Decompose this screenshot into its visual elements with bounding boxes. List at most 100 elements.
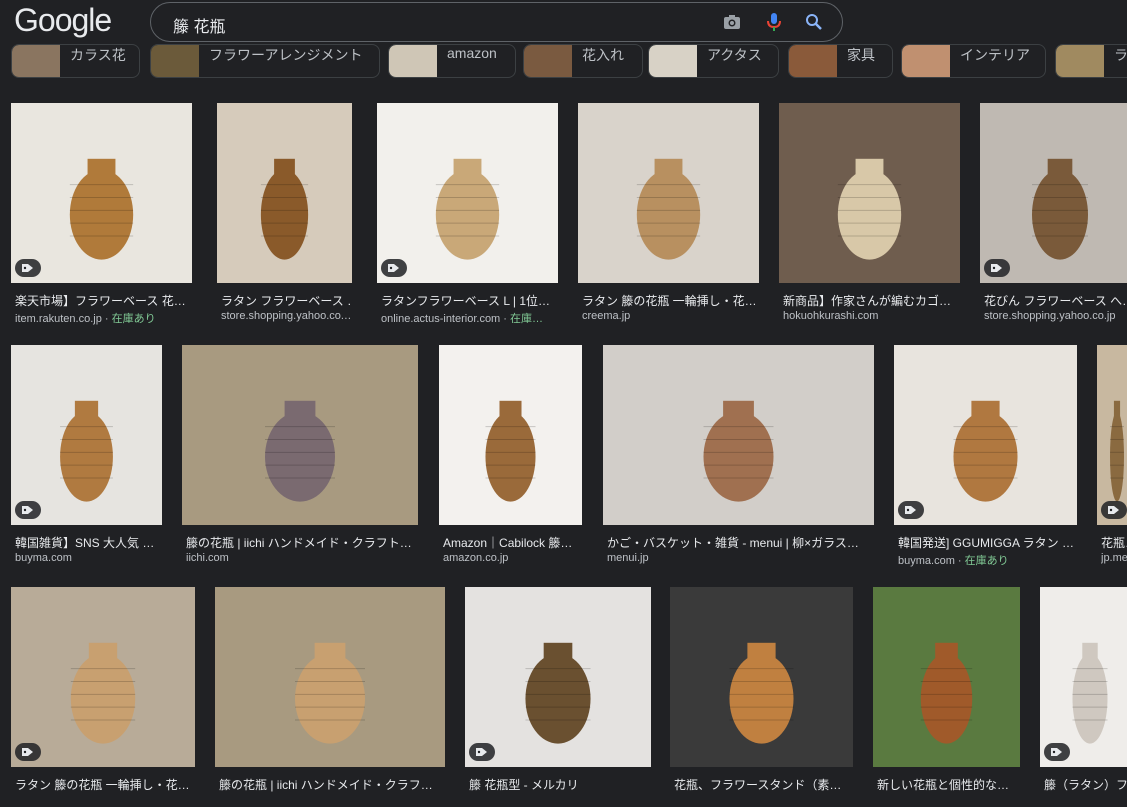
chip-4[interactable]: アクタス xyxy=(648,44,779,78)
result-title[interactable]: 新しい花瓶と個性的な… xyxy=(877,776,1020,793)
result-title[interactable]: Amazon｜Cabilock 籐… xyxy=(443,534,582,551)
chip-thumbnail xyxy=(151,45,199,77)
result-title[interactable]: 韓国雑貨】SNS 大人気 … xyxy=(15,534,162,551)
image-result[interactable]: Amazon｜Cabilock 籐… amazon.co.jp xyxy=(439,345,582,565)
result-title[interactable]: 花瓶、フラワースタンド（素… xyxy=(674,776,853,793)
chip-6[interactable]: インテリア xyxy=(901,44,1046,78)
in-stock-label: 在庫あり xyxy=(964,555,1009,567)
result-thumbnail[interactable] xyxy=(11,587,195,767)
result-thumbnail[interactable] xyxy=(1040,587,1127,767)
result-thumbnail[interactable] xyxy=(670,587,853,767)
result-thumbnail[interactable] xyxy=(1097,345,1127,525)
in-stock-label: 在庫… xyxy=(510,313,544,325)
image-result[interactable]: 籐 花瓶型 - メルカリ xyxy=(465,587,651,807)
result-title[interactable]: 韓国発送] GGUMIGGA ラタン … xyxy=(898,534,1077,551)
result-title[interactable]: 楽天市場】フラワーベース 花… xyxy=(15,292,192,309)
result-title[interactable]: かご・バスケット・雑貨 - menui | 柳×ガラス… xyxy=(607,534,874,551)
result-thumbnail[interactable] xyxy=(11,345,162,525)
image-result[interactable]: 韓国発送] GGUMIGGA ラタン … buyma.com · 在庫あり xyxy=(894,345,1077,568)
result-title[interactable]: 花瓶… xyxy=(1101,534,1127,551)
result-thumbnail[interactable] xyxy=(779,103,960,283)
source-domain: item.rakuten.co.jp xyxy=(15,313,102,325)
separator: · xyxy=(500,313,511,325)
result-title[interactable]: ラタン フラワーベース … xyxy=(221,292,352,309)
result-title[interactable]: 籐の花瓶 | iichi ハンドメイド・クラフト… xyxy=(186,534,418,551)
chip-label: ラ xyxy=(1114,47,1127,63)
image-result[interactable]: 新しい花瓶と個性的な… xyxy=(873,587,1020,807)
source-domain: hokuohkurashi.com xyxy=(783,310,879,322)
image-result[interactable]: ラタン 籐の花瓶 一輪挿し・花… creema.jp xyxy=(578,103,759,323)
shopping-tag-icon xyxy=(15,259,41,277)
chip-3[interactable]: 花入れ xyxy=(523,44,643,78)
result-thumbnail[interactable] xyxy=(439,345,582,525)
image-result[interactable]: 韓国雑貨】SNS 大人気 … buyma.com xyxy=(11,345,162,565)
camera-icon[interactable] xyxy=(721,11,743,33)
result-thumbnail[interactable] xyxy=(873,587,1020,767)
chip-7[interactable]: ラ xyxy=(1055,44,1127,78)
result-thumbnail[interactable] xyxy=(217,103,352,283)
source-domain: amazon.co.jp xyxy=(443,552,509,564)
chip-label: インテリア xyxy=(960,47,1030,63)
chip-0[interactable]: カラス花 xyxy=(11,44,140,78)
result-source: store.shopping.yahoo.co.… xyxy=(221,310,352,322)
result-source: online.actus-interior.com · 在庫… xyxy=(381,310,558,326)
result-source: buyma.com · 在庫あり xyxy=(898,552,1077,568)
result-thumbnail[interactable] xyxy=(215,587,445,767)
image-result[interactable]: かご・バスケット・雑貨 - menui | 柳×ガラス… menui.jp xyxy=(603,345,874,565)
shopping-tag-icon xyxy=(381,259,407,277)
chip-thumbnail xyxy=(902,45,950,77)
result-title[interactable]: 籐 花瓶型 - メルカリ xyxy=(469,776,651,793)
result-thumbnail[interactable] xyxy=(182,345,418,525)
image-result[interactable]: ラタン 籐の花瓶 一輪挿し・花… xyxy=(11,587,195,807)
chip-2[interactable]: amazon xyxy=(388,44,516,78)
shopping-tag-icon xyxy=(898,501,924,519)
source-domain: store.shopping.yahoo.co.jp xyxy=(984,310,1116,322)
result-title[interactable]: ラタン 籐の花瓶 一輪挿し・花… xyxy=(15,776,195,793)
source-domain: online.actus-interior.com xyxy=(381,313,501,325)
chip-thumbnail xyxy=(789,45,837,77)
google-logo[interactable]: Google xyxy=(14,2,112,39)
source-domain: buyma.com xyxy=(898,555,955,567)
result-source: menui.jp xyxy=(607,552,874,564)
image-result[interactable]: 花瓶、フラワースタンド（素… xyxy=(670,587,853,807)
image-result[interactable]: 花瓶…jp.me… xyxy=(1097,345,1127,565)
image-result[interactable]: 籐の花瓶 | iichi ハンドメイド・クラフ… xyxy=(215,587,445,807)
in-stock-label: 在庫あり xyxy=(111,313,156,325)
result-title[interactable]: 籐の花瓶 | iichi ハンドメイド・クラフ… xyxy=(219,776,445,793)
result-thumbnail[interactable] xyxy=(603,345,874,525)
result-title[interactable]: 新商品】作家さんが編むカゴ… xyxy=(783,292,960,309)
image-result[interactable]: ラタンフラワーベース L | 1位… online.actus-interior.… xyxy=(377,103,558,326)
image-result[interactable]: 楽天市場】フラワーベース 花… item.rakuten.co.jp · 在庫あり xyxy=(11,103,192,326)
shopping-tag-icon xyxy=(1101,501,1127,519)
image-result[interactable]: 籐の花瓶 | iichi ハンドメイド・クラフト… iichi.com xyxy=(182,345,418,565)
search-input[interactable]: 籐 花瓶 xyxy=(173,13,225,37)
chip-5[interactable]: 家具 xyxy=(788,44,893,78)
result-source: iichi.com xyxy=(186,552,418,564)
source-domain: jp.me… xyxy=(1101,552,1127,564)
image-result[interactable]: 新商品】作家さんが編むカゴ… hokuohkurashi.com xyxy=(779,103,960,323)
result-thumbnail[interactable] xyxy=(578,103,759,283)
image-result[interactable]: 籐（ラタン）フ… xyxy=(1040,587,1127,807)
result-title[interactable]: ラタン 籐の花瓶 一輪挿し・花… xyxy=(582,292,759,309)
image-result[interactable]: ラタン フラワーベース … store.shopping.yahoo.co.… xyxy=(217,103,352,323)
search-box[interactable]: 籐 花瓶 xyxy=(150,2,843,42)
chip-thumbnail xyxy=(389,45,437,77)
microphone-icon[interactable] xyxy=(763,11,785,33)
result-title[interactable]: ラタンフラワーベース L | 1位… xyxy=(381,292,558,309)
image-result[interactable]: 花びん フラワーベース へ… store.shopping.yahoo.co.jp xyxy=(980,103,1127,323)
result-thumbnail[interactable] xyxy=(894,345,1077,525)
result-source: item.rakuten.co.jp · 在庫あり xyxy=(15,310,192,326)
result-thumbnail[interactable] xyxy=(465,587,651,767)
chip-thumbnail xyxy=(649,45,697,77)
result-thumbnail[interactable] xyxy=(377,103,558,283)
search-icon[interactable] xyxy=(803,11,825,33)
chip-label: amazon xyxy=(447,45,497,61)
chip-thumbnail xyxy=(12,45,60,77)
shopping-tag-icon xyxy=(15,743,41,761)
chip-1[interactable]: フラワーアレンジメント xyxy=(150,44,380,78)
separator: · xyxy=(954,555,965,567)
result-title[interactable]: 籐（ラタン）フ… xyxy=(1044,776,1127,793)
result-title[interactable]: 花びん フラワーベース へ… xyxy=(984,292,1127,309)
result-thumbnail[interactable] xyxy=(980,103,1127,283)
result-thumbnail[interactable] xyxy=(11,103,192,283)
